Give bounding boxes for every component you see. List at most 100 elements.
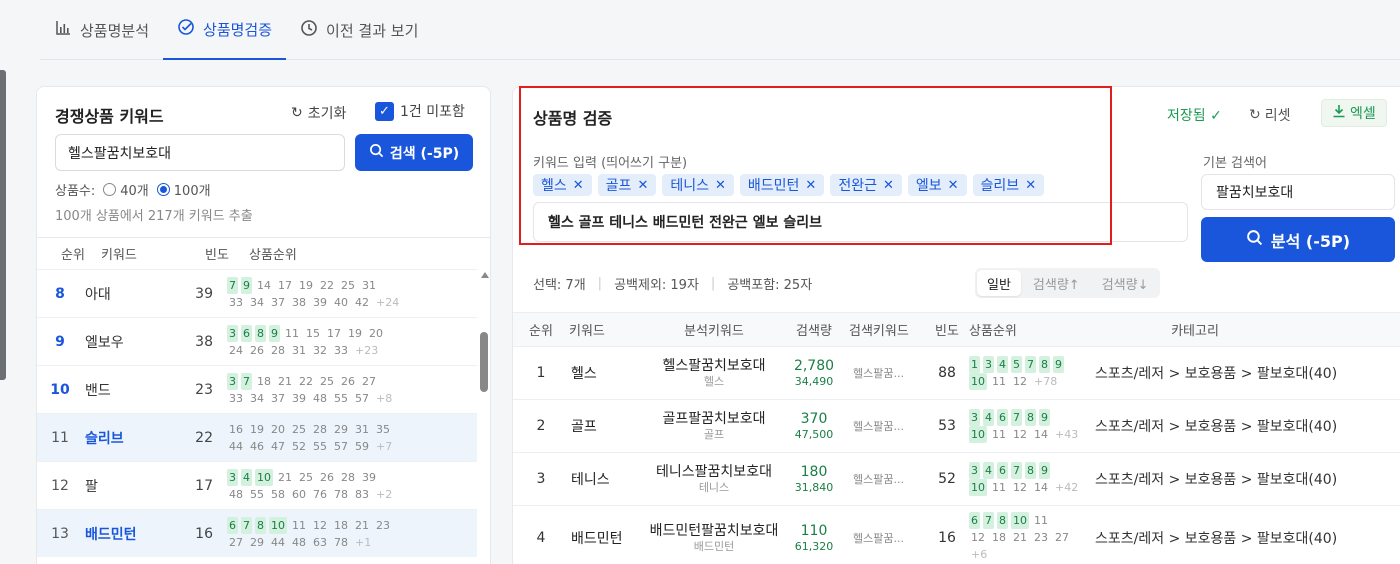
row-frequency: 88 bbox=[938, 365, 956, 381]
app-root: 상품명분석 상품명검증 이전 결과 보기 경쟁상품 키워드 ↻ 초기화 ✓ 1건… bbox=[0, 0, 1400, 564]
rank-chip-line: 27 29 44 48 63 78 +1 bbox=[227, 534, 457, 551]
close-icon[interactable]: ✕ bbox=[573, 178, 584, 193]
rank-chip: 10 bbox=[969, 426, 987, 443]
close-icon[interactable]: ✕ bbox=[883, 178, 894, 193]
rank-chip: 10 bbox=[1011, 512, 1029, 529]
header-freq: 빈도 bbox=[935, 324, 959, 339]
analyze-button[interactable]: 분석 (-5P) bbox=[1201, 217, 1395, 262]
row-search-keyword: 헬스팔꿈... bbox=[853, 367, 904, 380]
sort-volume-asc-button[interactable]: 검색량↑ bbox=[1023, 270, 1090, 296]
radio-100[interactable]: 100개 bbox=[156, 180, 211, 199]
panel-title: 상품명 검증 bbox=[533, 109, 613, 128]
rank-chip: 48 bbox=[313, 391, 327, 405]
keyword-tag[interactable]: 슬리브 ✕ bbox=[972, 174, 1045, 196]
rank-chip: 27 bbox=[229, 535, 243, 549]
row-product-ranks: 3 4 10 21 25 26 28 39 48 55 58 60 76 78 83 +2 bbox=[227, 468, 457, 503]
rank-chip: 27 bbox=[1055, 531, 1069, 544]
keyword-tag[interactable]: 테니스 ✕ bbox=[662, 174, 734, 196]
rank-chip: 6 bbox=[969, 512, 980, 529]
table-row[interactable]: 4 배드민턴 배드민턴팔꿈치보호대 배드민턴 110 61,320 헬스팔꿈... 16 6 7 8… bbox=[513, 505, 1400, 564]
rank-chip: 21 bbox=[355, 518, 369, 532]
sort-toggle: 일반 검색량↑ 검색량↓ bbox=[975, 268, 1161, 298]
rank-chip-line: 16 19 20 25 28 29 31 35 bbox=[227, 421, 457, 438]
table-row[interactable]: 1 헬스 헬스팔꿈치보호대 헬스 2,780 34,490 헬스팔꿈... 88 1 3 4 5 7 8 9… bbox=[513, 346, 1400, 399]
tag-label: 배드민턴 bbox=[747, 178, 800, 194]
tab-product-name-analysis[interactable]: 상품명분석 bbox=[40, 0, 163, 60]
keyword-tag[interactable]: 배드민턴 ✕ bbox=[739, 174, 825, 196]
keyword-text-input[interactable]: 헬스 골프 테니스 배드민턴 전완근 엘보 슬리브 bbox=[533, 202, 1188, 242]
rank-chip-line: 10 11 12 14 +42 bbox=[969, 479, 1095, 496]
rank-chip: 12 bbox=[1013, 481, 1027, 494]
close-icon[interactable]: ✕ bbox=[805, 178, 816, 193]
product-search-input[interactable]: 헬스팔꿈치보호대 bbox=[55, 134, 345, 171]
row-product-ranks: 1 3 4 5 7 8 9 10 11 12 +78 bbox=[965, 356, 1095, 390]
rank-chip: 6 bbox=[227, 516, 238, 534]
search-button[interactable]: 검색 (-5P) bbox=[355, 134, 473, 171]
rank-chip: 83 bbox=[355, 487, 369, 501]
scrollbar-thumb[interactable] bbox=[480, 332, 488, 392]
rank-chip: 17 bbox=[278, 278, 292, 292]
sort-default-button[interactable]: 일반 bbox=[977, 270, 1021, 296]
close-icon[interactable]: ✕ bbox=[715, 178, 726, 193]
rank-chip: 1 bbox=[969, 356, 980, 373]
rank-chip: 58 bbox=[271, 487, 285, 501]
rank-chip-line: 6 7 8 10 11 bbox=[969, 512, 1095, 529]
radio-40[interactable]: 40개 bbox=[103, 180, 149, 199]
rank-chip: 33 bbox=[229, 391, 243, 405]
reset-button[interactable]: ↻ 초기화 bbox=[291, 103, 346, 123]
row-rank: 8 bbox=[55, 285, 65, 302]
row-keyword: 밴드 bbox=[85, 382, 111, 399]
rank-chip: 11 bbox=[1034, 514, 1048, 527]
close-icon[interactable]: ✕ bbox=[637, 178, 648, 193]
base-keyword-input[interactable]: 팔꿈치보호대 bbox=[1201, 174, 1395, 210]
scroll-up-arrow-icon[interactable] bbox=[481, 272, 489, 278]
rank-chip-line: 1345789 bbox=[969, 356, 1095, 373]
rank-chip: 31 bbox=[355, 422, 369, 436]
keyword-tag[interactable]: 골프 ✕ bbox=[597, 174, 657, 196]
keyword-input-label: 키워드 입력 (띄어쓰기 구분) bbox=[533, 156, 688, 171]
table-row[interactable]: 13 배드민턴 16 6 7 8 10 11 12 18 21 23 27 29 44 48 63 78 +1 bbox=[37, 509, 477, 557]
table-row[interactable]: 2 골프 골프팔꿈치보호대 골프 370 47,500 헬스팔꿈... 53 3 4 6 7 8 9 10 1… bbox=[513, 399, 1400, 452]
rank-chip: 11 bbox=[992, 428, 1006, 441]
checkbox-checked-icon: ✓ bbox=[375, 101, 394, 121]
table-row[interactable]: 9 엘보우 38 3 6 8 9 11 15 17 19 20 24 26 28 31 32 33 +23 bbox=[37, 317, 477, 365]
excel-download-button[interactable]: 엑셀 bbox=[1321, 99, 1387, 127]
exclude-single-checkbox[interactable]: ✓ 1건 미포함 bbox=[375, 101, 465, 121]
keyword-tag[interactable]: 엘보 ✕ bbox=[907, 174, 967, 196]
row-analysis-keyword: 테니스팔꿈치보호대 테니스 bbox=[649, 464, 779, 494]
rank-chip: 48 bbox=[229, 487, 243, 501]
table-row[interactable]: 10 밴드 23 3 7 18 21 22 25 26 27 33 34 37 39 48 55 57 +8 bbox=[37, 365, 477, 413]
close-icon[interactable]: ✕ bbox=[1025, 178, 1036, 193]
keyword-tag[interactable]: 헬스 ✕ bbox=[533, 174, 592, 196]
keyword-tag[interactable]: 전완근 ✕ bbox=[830, 174, 902, 196]
table-row[interactable]: 12 팔 17 3 4 10 21 25 26 28 39 48 55 58 60 76 78 83 +2 bbox=[37, 461, 477, 509]
row-category: 스포츠/레저 > 보호용품 > 팔보호대(40) bbox=[1095, 530, 1338, 547]
analysis-sub: 배드민턴 bbox=[693, 539, 735, 553]
sort-volume-desc-button[interactable]: 검색량↓ bbox=[1092, 270, 1159, 296]
table-row[interactable]: 3 테니스 테니스팔꿈치보호대 테니스 180 31,840 헬스팔꿈... 52 3 4 6 7 8 9… bbox=[513, 452, 1400, 505]
volume-main: 370 bbox=[800, 411, 828, 427]
reset-button[interactable]: ↻ 리셋 bbox=[1249, 105, 1291, 125]
rank-chip: 35 bbox=[376, 422, 390, 436]
tab-previous-results[interactable]: 이전 결과 보기 bbox=[286, 0, 432, 60]
table-row[interactable]: 8 아대 39 7 9 14 17 19 22 25 31 33 34 37 38 39 40 42 +24 bbox=[37, 269, 477, 317]
tab-product-name-verify[interactable]: 상품명검증 bbox=[163, 0, 287, 60]
rank-chip: 22 bbox=[320, 278, 334, 292]
volume-sub: 47,500 bbox=[794, 428, 834, 441]
rank-chip: 55 bbox=[334, 391, 348, 405]
rank-chip: 12 bbox=[971, 531, 985, 544]
row-search-keyword: 헬스팔꿈... bbox=[853, 531, 904, 545]
rank-chip: +1 bbox=[355, 535, 372, 549]
row-search-keyword: 헬스팔꿈... bbox=[853, 420, 904, 433]
row-rank: 3 bbox=[536, 471, 546, 487]
table-row[interactable]: 11 슬리브 22 16 19 20 25 28 29 31 35 44 46 47 52 55 57 59 +7 bbox=[37, 413, 477, 461]
count-label: 상품수: bbox=[55, 184, 96, 199]
rank-chip: 11 bbox=[292, 518, 306, 532]
radio-off-icon bbox=[103, 183, 117, 196]
rank-chip-line: 6 7 8 10 11 12 18 21 23 bbox=[227, 516, 457, 534]
rank-chip: 3 bbox=[227, 324, 238, 342]
rank-chip: +24 bbox=[376, 295, 400, 309]
checkbox-label: 1건 미포함 bbox=[400, 104, 465, 120]
close-icon[interactable]: ✕ bbox=[948, 178, 959, 193]
rank-chip: 9 bbox=[1039, 462, 1050, 479]
